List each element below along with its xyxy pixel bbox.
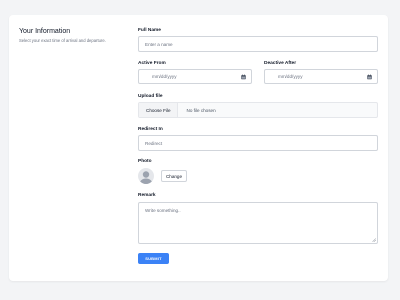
upload-file-label: Upload file: [138, 94, 163, 99]
file-status-text: No file chosen: [186, 107, 216, 113]
calendar-icon[interactable]: [367, 74, 372, 79]
deactive-after-label: Deactive After: [264, 61, 297, 66]
redirect-label: Redirect In: [138, 127, 163, 132]
full-name-input[interactable]: Enter a name: [138, 36, 378, 52]
calendar-icon[interactable]: [241, 74, 246, 79]
user-silhouette-icon: [139, 171, 153, 184]
avatar: [138, 168, 154, 184]
section-description: Select your exact time of arrival and de…: [19, 38, 106, 43]
remark-placeholder: Write something..: [145, 208, 181, 213]
deactive-after-input[interactable]: mm/dd/yyyy: [264, 69, 378, 84]
submit-button[interactable]: SUBMIT: [138, 253, 169, 264]
redirect-input[interactable]: Redirect: [138, 135, 378, 151]
choose-file-button[interactable]: Choose File: [139, 103, 178, 117]
active-from-label: Active From: [138, 61, 166, 66]
full-name-label: Full Name: [138, 28, 161, 33]
full-name-placeholder: Enter a name: [145, 41, 173, 47]
active-from-placeholder: mm/dd/yyyy: [152, 74, 177, 79]
resize-grip-icon[interactable]: [372, 238, 376, 242]
remark-textarea[interactable]: Write something..: [138, 202, 378, 244]
redirect-placeholder: Redirect: [145, 140, 163, 146]
file-input[interactable]: Choose File No file chosen: [138, 102, 378, 118]
photo-label: Photo: [138, 159, 152, 164]
change-photo-button[interactable]: Change: [161, 170, 187, 182]
section-header: Your Information Select your exact time …: [19, 27, 129, 44]
active-from-input[interactable]: mm/dd/yyyy: [138, 69, 252, 84]
deactive-after-placeholder: mm/dd/yyyy: [278, 74, 303, 79]
remark-label: Remark: [138, 193, 156, 198]
section-title: Your Information: [19, 28, 71, 35]
